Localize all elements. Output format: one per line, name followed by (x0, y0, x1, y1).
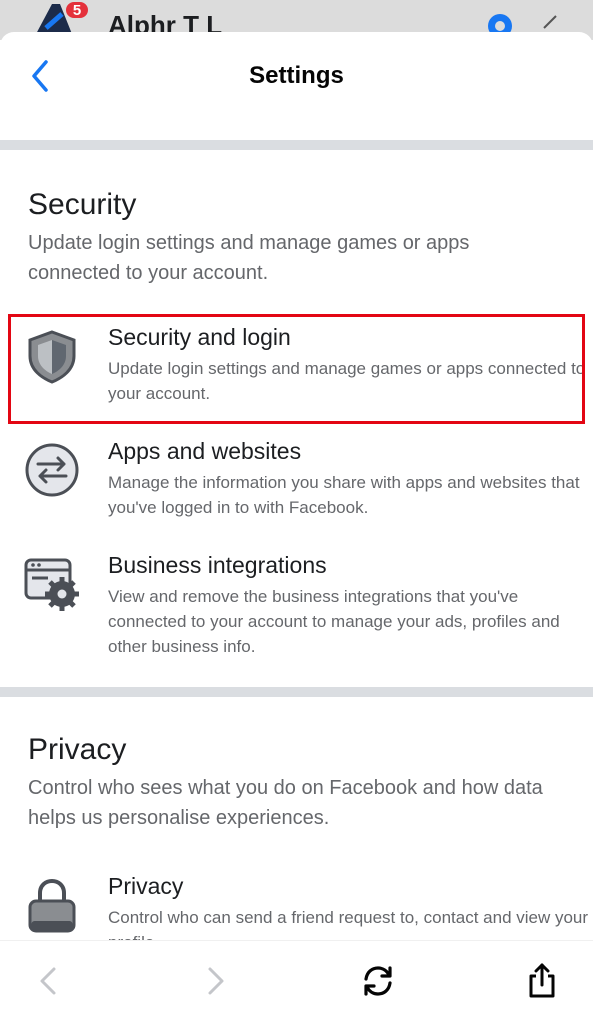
settings-item-security-and-login[interactable]: Security and login Update login settings… (0, 308, 593, 424)
forward-arrow-icon[interactable] (196, 963, 232, 999)
share-icon[interactable] (524, 963, 560, 999)
section-divider (0, 687, 593, 697)
browser-toolbar (0, 940, 593, 1024)
nav-bar: Settings (0, 32, 593, 140)
lock-icon (28, 878, 76, 933)
section-description-privacy: Control who sees what you do on Facebook… (28, 777, 543, 829)
settings-item-business-integrations[interactable]: Business integrations View and remove th… (0, 532, 593, 687)
settings-sheet: Settings Security Update login settings … (0, 32, 593, 1024)
privacy-section: Privacy Control who sees what you do on … (0, 697, 593, 833)
section-description-security: Update login settings and manage games o… (28, 232, 470, 284)
security-section: Security Update login settings and manag… (0, 150, 593, 288)
item-description: View and remove the business integration… (108, 587, 560, 656)
chevron-icon (543, 15, 557, 29)
security-items: Security and login Update login settings… (0, 308, 593, 687)
item-label: Privacy (108, 873, 184, 899)
refresh-icon[interactable] (360, 963, 396, 999)
notification-badge: 5 (64, 0, 90, 20)
browser-gear-icon (24, 558, 79, 611)
section-divider (0, 140, 593, 150)
section-title-privacy: Privacy (28, 733, 127, 766)
section-title-security: Security (28, 188, 137, 221)
page-title: Settings (249, 62, 344, 89)
back-arrow-icon[interactable] (32, 963, 68, 999)
item-label: Security and login (108, 324, 291, 350)
settings-item-apps-and-websites[interactable]: Apps and websites Manage the information… (0, 424, 593, 532)
item-label: Business integrations (108, 552, 327, 578)
item-description: Manage the information you share with ap… (108, 473, 580, 517)
swap-arrows-icon (25, 443, 79, 497)
item-description: Update login settings and manage games o… (108, 359, 586, 403)
item-label: Apps and websites (108, 438, 302, 464)
shield-icon (28, 330, 76, 384)
